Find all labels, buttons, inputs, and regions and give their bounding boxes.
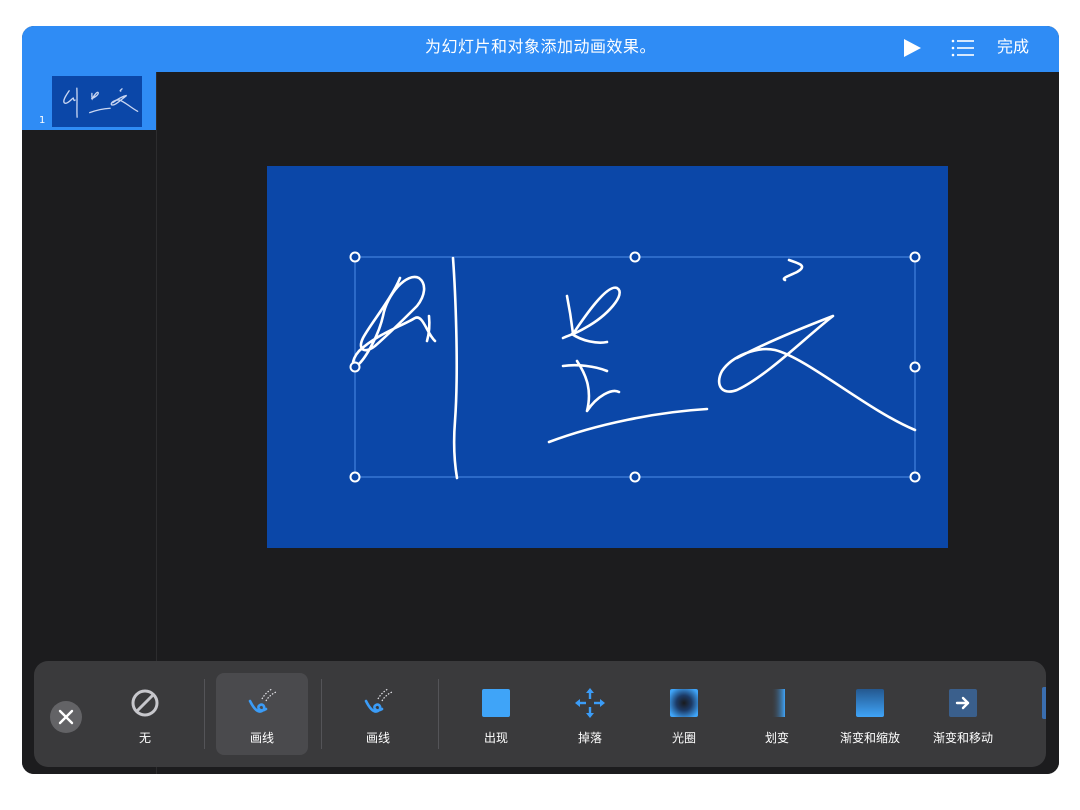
list-icon[interactable] [951,38,975,58]
divider [321,679,322,749]
handle-bottom-right [909,471,921,483]
divider [204,679,205,749]
animation-draw-line[interactable]: 画线 [332,673,424,755]
drop-arrows-icon [575,688,605,718]
animation-label: 渐变和缩放 [839,731,900,745]
animation-label: 掉落 [577,731,602,745]
handle-top-center [629,251,641,263]
handle-top-right [909,251,921,263]
fade-move-icon [949,689,977,717]
done-button[interactable]: 完成 [997,26,1029,72]
animation-none[interactable]: 无 [99,673,191,755]
animation-label: 画线 [249,731,274,745]
slide-thumbnail-selected[interactable]: 1 [22,72,156,130]
handle-bottom-center [629,471,641,483]
prohibited-icon [131,689,159,717]
animation-draw-line-selected[interactable]: 画线 [216,673,308,755]
slide-thumbnail-image [52,76,142,127]
handle-middle-right [909,361,921,373]
animation-fade-scale[interactable]: 渐变和缩放 [824,673,916,755]
handle-middle-left [349,361,361,373]
animation-picker: 无 画线 画线 出现 掉落 光圈 划变 渐变和缩放 渐变和移动 [34,661,1046,767]
signature-drawing[interactable] [267,166,948,548]
draw-line-icon [248,688,277,713]
appear-icon [482,689,510,717]
animation-wipe[interactable]: 划变 [731,673,823,755]
wipe-icon [771,689,785,717]
slide-number: 1 [39,115,46,126]
animation-appear[interactable]: 出现 [450,673,542,755]
animation-top-bar: 为幻灯片和对象添加动画效果。 完成 [22,26,1059,72]
animation-label: 渐变和移动 [932,731,993,745]
draw-line-icon [364,688,393,713]
animation-iris[interactable]: 光圈 [638,673,730,755]
fade-scale-icon [856,689,884,717]
handle-top-left [349,251,361,263]
animation-label: 出现 [483,731,508,745]
slide[interactable] [267,166,948,548]
signature-thumbnail [63,87,139,118]
animation-label: 划变 [764,731,789,745]
animation-fade-move[interactable]: 渐变和移动 [917,673,1009,755]
iris-icon [670,689,698,717]
handle-bottom-left [349,471,361,483]
selection-box [354,256,916,478]
animation-label: 无 [138,731,151,745]
animation-next-partial[interactable] [1042,687,1046,719]
animation-drop[interactable]: 掉落 [544,673,636,755]
animation-label: 画线 [365,731,390,745]
selection-handles [349,251,921,483]
animation-label: 光圈 [671,731,696,745]
divider [438,679,439,749]
signature-strokes [351,256,917,480]
close-icon[interactable] [50,701,82,733]
play-icon[interactable] [902,37,922,59]
